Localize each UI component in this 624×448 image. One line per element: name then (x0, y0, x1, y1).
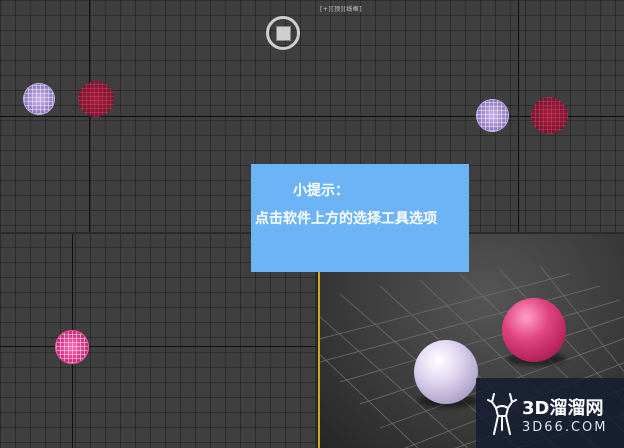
wireframe-sphere-red-right[interactable] (531, 97, 568, 134)
wireframe-sphere-red[interactable] (78, 81, 114, 117)
viewport-label[interactable]: [+][顶][线框] (320, 4, 362, 13)
wireframe-sphere-pink[interactable] (56, 331, 88, 363)
shaded-sphere-lavender[interactable] (414, 340, 478, 404)
watermark-logo: 3D溜溜网 3D66.COM (476, 378, 624, 448)
wireframe-sphere-lavender[interactable] (24, 84, 54, 114)
watermark-name: 3D溜溜网 (522, 398, 604, 419)
viewcube-icon[interactable] (266, 16, 300, 50)
tip-title: 小提示： (293, 183, 349, 199)
tip-box: 小提示： 点击软件上方的选择工具选项 (251, 164, 469, 272)
shaded-sphere-magenta[interactable] (502, 298, 566, 362)
top-viewport-axis-y-right (518, 0, 519, 232)
tip-body: 点击软件上方的选择工具选项 (255, 211, 437, 227)
watermark-domain: 3D66.COM (522, 420, 608, 435)
wireframe-sphere-lavender-right[interactable] (477, 100, 508, 131)
deer-logo-icon (487, 393, 517, 435)
viewcube-face (275, 25, 291, 41)
left-viewport-axis-x (0, 346, 318, 347)
